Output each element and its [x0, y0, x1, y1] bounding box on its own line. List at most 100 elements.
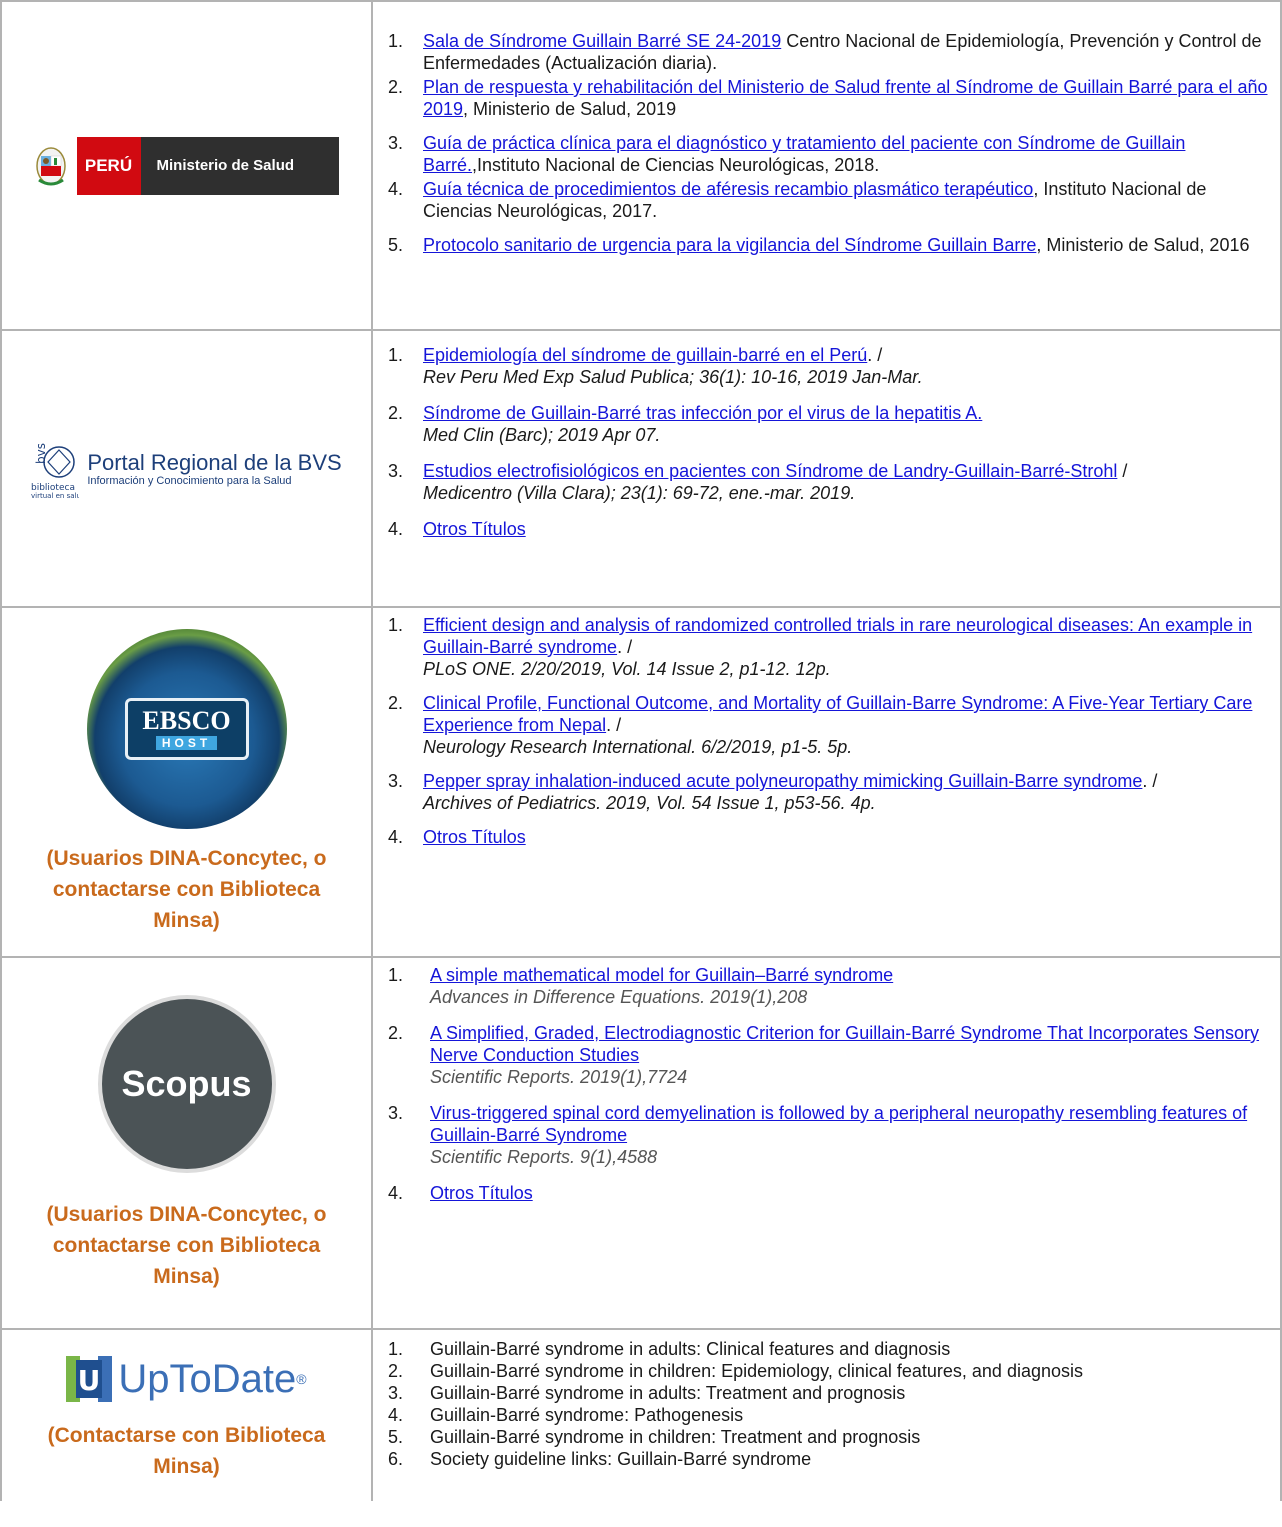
item-citation: Neurology Research International. 6/2/20…: [423, 737, 853, 757]
scopus-logo[interactable]: Scopus: [97, 994, 276, 1173]
item-number: 2.: [388, 693, 404, 713]
list-item: 1. Epidemiología del síndrome de guillai…: [388, 344, 1268, 388]
resource-link[interactable]: Síndrome de Guillain-Barré tras infecció…: [423, 403, 982, 423]
item-citation: Scientific Reports. 2019(1),7724: [430, 1067, 688, 1087]
scopus-logo-cell: Scopus (Usuarios DINA-Concytec, o contac…: [2, 958, 371, 1328]
scopus-label: Scopus: [121, 1062, 252, 1104]
list-item: 1. Efficient design and analysis of rand…: [388, 614, 1268, 680]
list-item: 3. Guillain-Barré syndrome in adults: Tr…: [388, 1382, 1268, 1404]
list-item: 5. Guillain-Barré syndrome in children: …: [388, 1426, 1268, 1448]
item-number: 2.: [388, 1023, 404, 1043]
list-item: 2. Guillain-Barré syndrome in children: …: [388, 1360, 1268, 1382]
minsa-list: 1. Sala de Síndrome Guillain Barré SE 24…: [388, 30, 1268, 256]
bvs-mark-icon: bvs biblioteca virtual en salud: [31, 438, 85, 500]
item-title: Society guideline links: Guillain-Barré …: [430, 1449, 812, 1469]
item-source: . /: [867, 345, 883, 365]
item-citation: Advances in Difference Equations. 2019(1…: [430, 987, 808, 1007]
list-item: 1. Sala de Síndrome Guillain Barré SE 24…: [388, 30, 1268, 74]
item-citation: Medicentro (Villa Clara); 23(1): 69-72, …: [423, 483, 856, 503]
list-item: 3. Guía de práctica clínica para el diag…: [388, 132, 1268, 176]
list-item: 1. Guillain-Barré syndrome in adults: Cl…: [388, 1338, 1268, 1360]
list-item: 5. Protocolo sanitario de urgencia para …: [388, 234, 1268, 256]
resource-link[interactable]: Virus-triggered spinal cord demyelinatio…: [430, 1103, 1247, 1145]
item-citation: Rev Peru Med Exp Salud Publica; 36(1): 1…: [423, 367, 923, 387]
bvs-logo-cell: bvs biblioteca virtual en salud Portal R…: [2, 331, 371, 606]
uptodate-logo-cell: U UpToDate ® (Contactarse con Biblioteca …: [2, 1330, 371, 1527]
item-citation: Archives of Pediatrics. 2019, Vol. 54 Is…: [423, 793, 876, 813]
resource-link[interactable]: Estudios electrofisiológicos en paciente…: [423, 461, 1117, 481]
resource-link[interactable]: A simple mathematical model for Guillain…: [430, 965, 893, 985]
list-item: 2. Plan de respuesta y rehabilitación de…: [388, 76, 1268, 120]
minsa-logo[interactable]: PERÚ Ministerio de Salud: [35, 136, 339, 196]
bvs-subtitle: Información y Conocimiento para la Salud: [87, 474, 292, 487]
uptodate-logo[interactable]: U UpToDate ®: [66, 1356, 307, 1402]
access-note: (Contactarse con Biblioteca Minsa): [47, 1424, 326, 1478]
access-note: (Usuarios DINA-Concytec, o contactarse c…: [46, 1202, 327, 1288]
item-number: 1.: [388, 965, 404, 985]
item-title: Guillain-Barré syndrome in children: Epi…: [430, 1361, 1083, 1381]
item-number: 3.: [388, 771, 404, 791]
resource-link[interactable]: A Simplified, Graded, Electrodiagnostic …: [430, 1023, 1259, 1065]
list-item: 4. Otros Títulos: [388, 1182, 1268, 1204]
item-number: 2.: [388, 1361, 404, 1381]
resource-link[interactable]: Epidemiología del síndrome de guillain-b…: [423, 345, 867, 365]
item-number: 2.: [388, 77, 404, 97]
list-item: 4. Guía técnica de procedimientos de afé…: [388, 178, 1268, 222]
resource-link[interactable]: Sala de Síndrome Guillain Barré SE 24-20…: [423, 31, 781, 51]
resource-link[interactable]: Pepper spray inhalation-induced acute po…: [423, 771, 1142, 791]
access-note: (Usuarios DINA-Concytec, o contactarse c…: [46, 846, 327, 932]
list-item: 2. A Simplified, Graded, Electrodiagnost…: [388, 1022, 1268, 1088]
resource-link[interactable]: Efficient design and analysis of randomi…: [423, 615, 1252, 657]
item-citation: Med Clin (Barc); 2019 Apr 07.: [423, 425, 661, 445]
item-citation: PLoS ONE. 2/20/2019, Vol. 14 Issue 2, p1…: [423, 659, 831, 679]
otros-titulos-link[interactable]: Otros Títulos: [423, 519, 526, 539]
resource-link[interactable]: Protocolo sanitario de urgencia para la …: [423, 235, 1036, 255]
item-source: , Ministerio de Salud, 2019: [463, 99, 677, 119]
item-number: 3.: [388, 133, 404, 153]
item-number: 4.: [388, 1183, 404, 1203]
table-column-divider: [371, 0, 373, 1501]
item-number: 4.: [388, 519, 404, 539]
otros-titulos-link[interactable]: Otros Títulos: [423, 827, 526, 847]
item-number: 5.: [388, 1427, 404, 1447]
item-number: 4.: [388, 1405, 404, 1425]
item-source: . /: [1142, 771, 1158, 791]
item-number: 4.: [388, 179, 404, 199]
ebsco-badge: EBSCO HOST: [124, 697, 249, 760]
bvs-logo[interactable]: bvs biblioteca virtual en salud Portal R…: [31, 438, 341, 500]
item-number: 1.: [388, 1339, 404, 1359]
list-item: 2. Clinical Profile, Functional Outcome,…: [388, 692, 1268, 758]
list-item: 3. Virus-triggered spinal cord demyelina…: [388, 1102, 1268, 1168]
item-number: 2.: [388, 403, 404, 423]
ebsco-host-logo[interactable]: EBSCO HOST: [86, 628, 287, 829]
resource-link[interactable]: Clinical Profile, Functional Outcome, an…: [423, 693, 1252, 735]
uptodate-label: UpToDate: [118, 1356, 297, 1401]
item-number: 1.: [388, 31, 404, 51]
resource-link[interactable]: Guía técnica de procedimientos de aféres…: [423, 179, 1033, 199]
otros-titulos-link[interactable]: Otros Títulos: [430, 1183, 533, 1203]
minsa-logo-cell: PERÚ Ministerio de Salud: [2, 2, 371, 329]
uptodate-list: 1. Guillain-Barré syndrome in adults: Cl…: [388, 1338, 1268, 1470]
ebsco-logo-cell: EBSCO HOST (Usuarios DINA-Concytec, o co…: [2, 608, 371, 956]
list-item: 1. A simple mathematical model for Guill…: [388, 964, 1268, 1008]
peru-label: PERÚ: [76, 136, 141, 195]
list-item: 4. Otros Títulos: [388, 826, 1268, 848]
item-title: Guillain-Barré syndrome in children: Tre…: [430, 1427, 921, 1447]
list-item: 4. Guillain-Barré syndrome: Pathogenesis: [388, 1404, 1268, 1426]
item-title: Guillain-Barré syndrome: Pathogenesis: [430, 1405, 744, 1425]
item-source: . /: [606, 715, 622, 735]
item-number: 6.: [388, 1449, 404, 1469]
host-label: HOST: [155, 735, 218, 750]
peru-coat-of-arms-icon: [35, 144, 67, 188]
item-number: 3.: [388, 1383, 404, 1403]
uptodate-u-icon: U: [66, 1356, 113, 1402]
scopus-list: 1. A simple mathematical model for Guill…: [388, 964, 1268, 1204]
svg-text:virtual en salud: virtual en salud: [31, 492, 79, 500]
item-source: /: [1117, 461, 1128, 481]
list-item: 6. Society guideline links: Guillain-Bar…: [388, 1448, 1268, 1470]
ebsco-label: EBSCO: [142, 705, 231, 735]
item-title: Guillain-Barré syndrome in adults: Treat…: [430, 1383, 906, 1403]
item-source: . /: [617, 637, 633, 657]
list-item: 2. Síndrome de Guillain-Barré tras infec…: [388, 402, 1268, 446]
item-citation: Scientific Reports. 9(1),4588: [430, 1147, 658, 1167]
